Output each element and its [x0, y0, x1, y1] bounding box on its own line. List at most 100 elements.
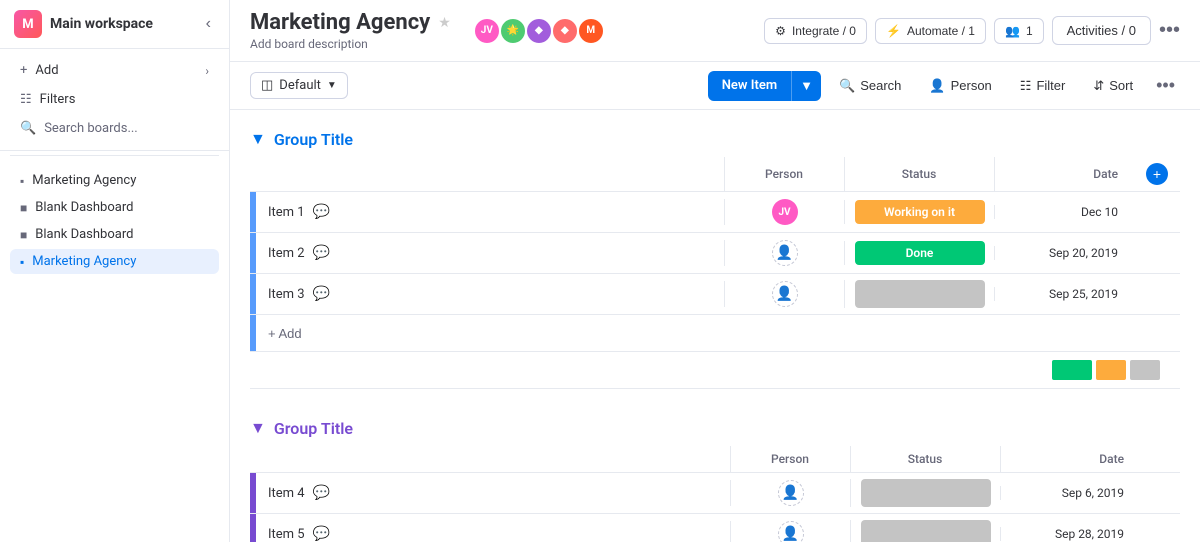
- table-row: Item 3 💬 👤: [250, 274, 1180, 315]
- toolbar-more-button[interactable]: •••: [1151, 70, 1180, 101]
- sidebar-search-boards[interactable]: 🔍 Search boards...: [10, 115, 219, 142]
- nav-item-label: Blank Dashboard: [35, 227, 133, 242]
- nav-item-marketing-agency-1[interactable]: ▪ Marketing Agency: [10, 168, 219, 193]
- new-item-label: New Item: [708, 71, 791, 100]
- board-icon: ▪: [20, 174, 24, 188]
- automate-button[interactable]: ⚡ Automate / 1: [875, 18, 986, 44]
- col-item: [250, 157, 724, 192]
- view-label: Default: [279, 78, 321, 93]
- search-icon: 🔍: [839, 78, 855, 94]
- item-2-label: Item 2: [268, 246, 305, 261]
- item-3-date: Sep 25, 2019: [994, 274, 1134, 315]
- activities-button[interactable]: Activities / 0: [1052, 16, 1151, 45]
- add-item-button[interactable]: + Add: [256, 326, 314, 341]
- add-column-button[interactable]: +: [1146, 163, 1168, 185]
- toolbar: ◫ Default ▼ New Item ▼ 🔍 Search 👤 Person…: [230, 62, 1200, 110]
- star-icon[interactable]: ★: [438, 15, 451, 31]
- sidebar-filters-button[interactable]: ☷ Filters: [10, 86, 219, 113]
- integrate-button[interactable]: ⚙ Integrate / 0: [764, 18, 867, 44]
- status-badge-empty[interactable]: [861, 520, 991, 542]
- item-4-name: Item 4 💬: [256, 485, 730, 501]
- group-2-header: ▼ Group Title: [250, 419, 1180, 438]
- nav-item-blank-dashboard-1[interactable]: ■ Blank Dashboard: [10, 195, 219, 220]
- table-row: Item 5 💬 👤: [250, 514, 1180, 542]
- search-button[interactable]: 🔍 Search: [829, 73, 911, 99]
- add-item-row: + Add: [250, 315, 1180, 352]
- activities-label: Activities / 0: [1067, 23, 1136, 38]
- filter-button[interactable]: ☷ Filter: [1010, 73, 1076, 99]
- nav-item-marketing-agency-2[interactable]: ▪ Marketing Agency: [10, 249, 219, 274]
- board-title: Marketing Agency: [250, 10, 430, 35]
- item-3-name: Item 3 💬: [256, 286, 724, 302]
- topbar-actions: ⚙ Integrate / 0 ⚡ Automate / 1 👥 1 Activ…: [764, 16, 1180, 45]
- status-badge-working[interactable]: Working on it: [855, 200, 985, 224]
- board-icon: ■: [20, 228, 27, 242]
- search-icon: 🔍: [20, 121, 36, 136]
- person-label: Person: [951, 78, 992, 93]
- group-2-collapse-button[interactable]: ▼: [250, 420, 266, 438]
- sidebar-nav: ▪ Marketing Agency ■ Blank Dashboard ■ B…: [0, 160, 229, 542]
- integrate-label: Integrate / 0: [792, 24, 856, 38]
- comment-icon[interactable]: 💬: [313, 204, 330, 220]
- new-item-button[interactable]: New Item ▼: [708, 71, 821, 101]
- status-badge-done[interactable]: Done: [855, 241, 985, 265]
- comment-icon[interactable]: 💬: [313, 526, 330, 542]
- item-4-cell: Item 4 💬: [250, 473, 730, 514]
- automate-icon: ⚡: [886, 24, 901, 38]
- col-item: [250, 446, 730, 473]
- group-1: ▼ Group Title Person Status Date +: [250, 130, 1180, 389]
- item-5-person: 👤: [730, 514, 850, 542]
- item-3-cell: Item 3 💬: [250, 274, 724, 315]
- view-selector[interactable]: ◫ Default ▼: [250, 72, 348, 99]
- board-icon: ■: [20, 201, 27, 215]
- comment-icon[interactable]: 💬: [313, 245, 330, 261]
- comment-icon[interactable]: 💬: [313, 286, 330, 302]
- item-1-cell: Item 1 💬: [250, 192, 724, 233]
- summary-gray-bar: [1130, 360, 1160, 380]
- nav-item-blank-dashboard-2[interactable]: ■ Blank Dashboard: [10, 222, 219, 247]
- plus-icon: +: [20, 63, 27, 78]
- board-title-row: Marketing Agency ★: [250, 10, 451, 35]
- group-2: ▼ Group Title Person Status Date: [250, 419, 1180, 542]
- col-status: Status: [850, 446, 1000, 473]
- item-5-cell: Item 5 💬: [250, 514, 730, 542]
- sort-button[interactable]: ⇵ Sort: [1083, 73, 1143, 99]
- item-5-label: Item 5: [268, 527, 305, 542]
- topbar-more-button[interactable]: •••: [1159, 19, 1180, 42]
- status-badge-empty[interactable]: [855, 280, 985, 308]
- group-1-title[interactable]: Group Title: [274, 130, 353, 149]
- sidebar-collapse-button[interactable]: ‹: [202, 11, 215, 37]
- avatar-3: ◆: [525, 17, 553, 45]
- table-icon: ◫: [261, 78, 273, 93]
- item-1-name: Item 1 💬: [256, 204, 724, 220]
- col-add: [1140, 446, 1180, 473]
- members-button[interactable]: 👥 1: [994, 18, 1044, 44]
- group-2-table: Person Status Date Item 4: [250, 446, 1180, 542]
- table-row: Item 4 💬 👤: [250, 473, 1180, 514]
- col-date: Date: [1000, 446, 1140, 473]
- board-subtitle[interactable]: Add board description: [250, 37, 451, 51]
- item-3-label: Item 3: [268, 287, 305, 302]
- person-filter-button[interactable]: 👤 Person: [919, 73, 1001, 99]
- col-person: Person: [730, 446, 850, 473]
- topbar-avatars: JV 🌟 ◆ ◆ M: [473, 17, 605, 45]
- nav-item-label: Marketing Agency: [32, 254, 136, 269]
- group-2-title[interactable]: Group Title: [274, 419, 353, 438]
- item-5-name: Item 5 💬: [256, 526, 730, 542]
- filter-icon: ☷: [1020, 78, 1032, 94]
- group-1-table: Person Status Date +: [250, 157, 1180, 389]
- sidebar-add-button[interactable]: + Add ›: [10, 57, 219, 84]
- status-badge-empty[interactable]: [861, 479, 991, 507]
- col-person: Person: [724, 157, 844, 192]
- members-icon: 👥: [1005, 24, 1020, 38]
- group-1-collapse-button[interactable]: ▼: [250, 131, 266, 149]
- summary-orange-bar: [1096, 360, 1126, 380]
- sidebar: M Main workspace ‹ + Add › ☷ Filters 🔍 S…: [0, 0, 230, 542]
- board-icon: ▪: [20, 255, 24, 269]
- summary-row: [250, 352, 1180, 389]
- new-item-dropdown-icon[interactable]: ▼: [791, 71, 821, 101]
- item-3-status: [844, 274, 994, 315]
- group-1-header: ▼ Group Title: [250, 130, 1180, 149]
- avatar-m: M: [577, 17, 605, 45]
- comment-icon[interactable]: 💬: [313, 485, 330, 501]
